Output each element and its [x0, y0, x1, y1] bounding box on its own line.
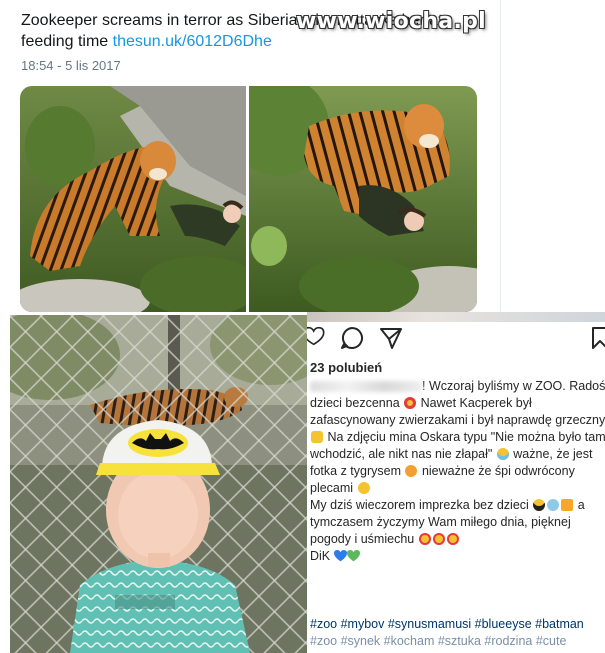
caption-line: ! Wczoraj byliśmy w ZOO. Radoś	[310, 378, 605, 395]
thumbs-up-emoji-icon	[311, 431, 323, 443]
caption-line: plecami	[310, 480, 605, 497]
kiss-emoji-icon	[446, 533, 459, 545]
post-hashtags[interactable]: #zoo #mybov #synusmamusi #blueeyse #batm…	[310, 616, 605, 650]
bookmark-icon[interactable]	[591, 326, 605, 355]
kiss-emoji-icon	[418, 533, 431, 545]
caption-line: zafascynowany zwierzakami i był naprawdę…	[310, 413, 605, 427]
likes-count[interactable]: 23 polubień	[310, 360, 382, 375]
blue-heart-icon	[333, 550, 347, 562]
sunglasses-emoji-icon	[533, 499, 546, 511]
caption-line: My dziś wieczorem imprezka bez dzieci a	[310, 498, 585, 512]
caption-line: dzieci bezcenna Nawet Kacperek był	[310, 396, 532, 410]
caption-line: DiK	[310, 548, 605, 565]
kiss-emoji-icon	[432, 533, 445, 545]
drink-emoji-icon	[561, 499, 574, 511]
comment-icon[interactable]	[340, 326, 364, 355]
smile-emoji-icon	[357, 482, 370, 494]
watermark-logo: www.wiocha.pl	[296, 9, 486, 34]
caption-line: fotka z tygrysem nieważne że śpi odwróco…	[310, 464, 575, 478]
tweet-timestamp[interactable]: 18:54 - 5 lis 2017	[21, 58, 121, 73]
instagram-photo-edge	[307, 312, 605, 322]
green-heart-icon	[346, 550, 360, 562]
tweet-link[interactable]: thesun.uk/6012D6Dhe	[113, 33, 272, 50]
caption-line: wchodzić, ale nikt nas nie złapał" ważne…	[310, 447, 593, 461]
share-icon[interactable]	[379, 326, 403, 355]
boy-zoo-photo	[10, 315, 307, 653]
laughing-emoji-icon	[496, 448, 509, 460]
tweet-photo-1[interactable]	[20, 86, 246, 312]
caption-line: Na zdjęciu mina Oskara typu "Nie można b…	[310, 429, 605, 446]
caption-line: pogody i uśmiechu	[310, 531, 605, 548]
instagram-action-bar	[307, 326, 605, 354]
music-notes-emoji-icon	[547, 499, 560, 511]
heart-icon[interactable]	[307, 326, 327, 351]
blurred-username	[310, 381, 422, 393]
caption-line: tymczasem życzymy Wam miłego dnia, piękn…	[310, 515, 571, 529]
tweet-card: Zookeeper screams in terror as Siberian …	[0, 0, 501, 315]
post-caption: ! Wczoraj byliśmy w ZOO. Radoś dzieci be…	[310, 378, 605, 565]
cat-emoji-icon	[405, 465, 418, 477]
instagram-post: 23 polubień ! Wczoraj byliśmy w ZOO. Rad…	[307, 312, 605, 653]
tweet-photo-2[interactable]	[249, 86, 477, 312]
heart-eyes-emoji-icon	[404, 397, 417, 409]
